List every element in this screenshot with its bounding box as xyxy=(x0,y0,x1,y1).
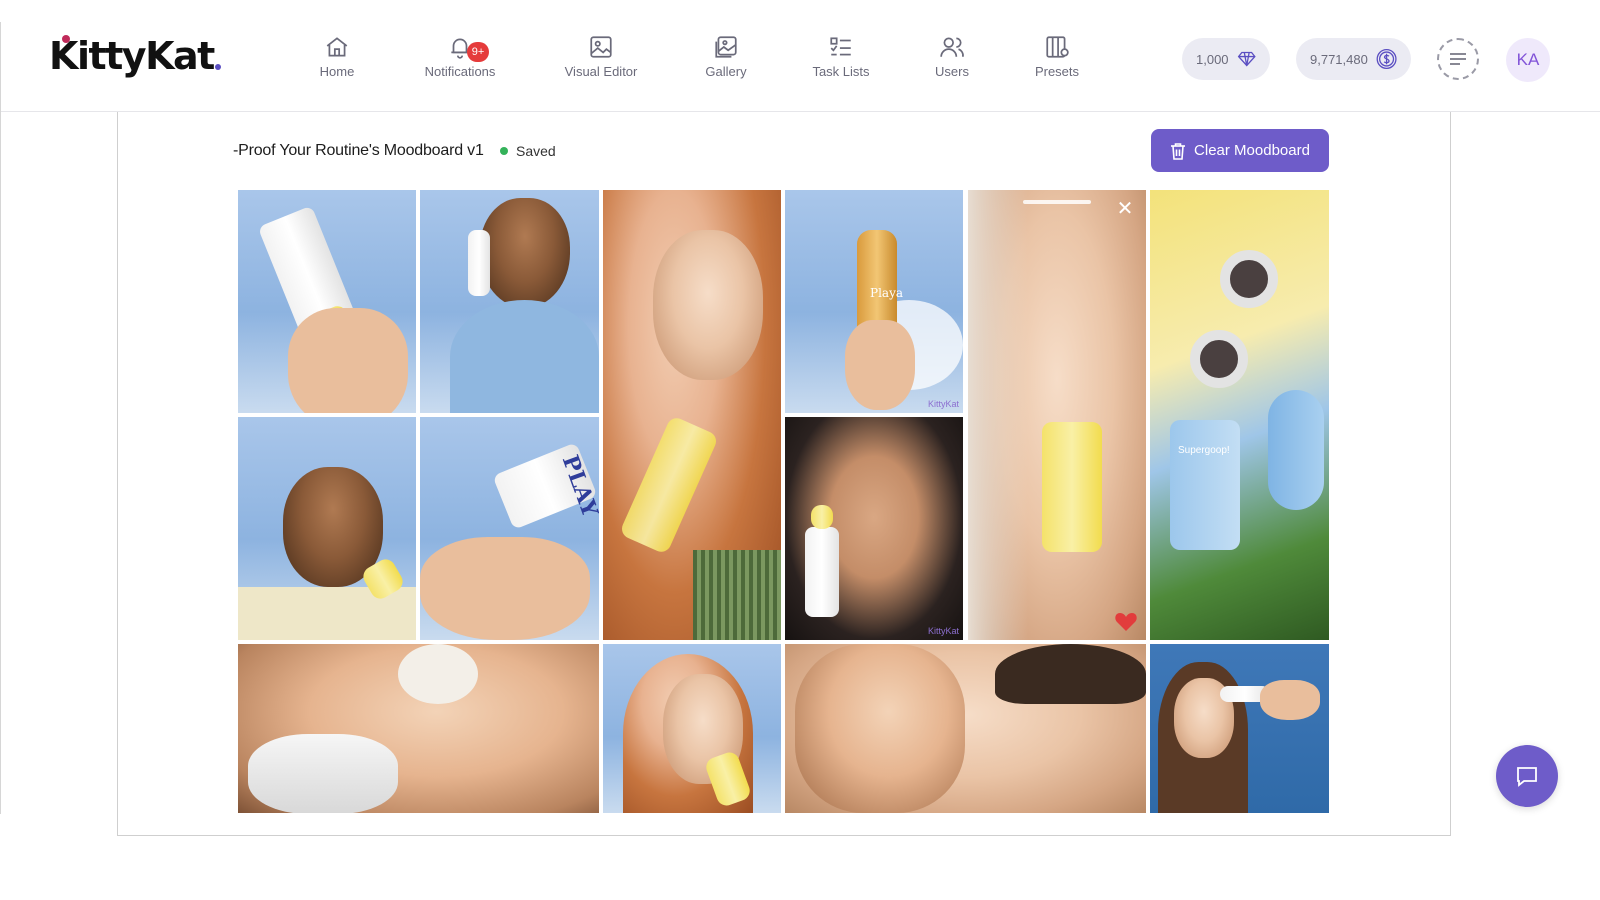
moodboard-image-woman-applying-serum[interactable] xyxy=(238,417,416,640)
save-status-label: Saved xyxy=(516,143,556,159)
bottle-label: Playa xyxy=(870,286,903,300)
dollar-coin-icon xyxy=(1376,48,1397,70)
moodboard-image-two-faces[interactable] xyxy=(785,644,1146,813)
save-status: Saved xyxy=(500,143,556,159)
product-bottle xyxy=(805,527,839,617)
heart-icon[interactable] xyxy=(1114,610,1138,632)
moodboard-image-redhead-laughing[interactable] xyxy=(603,190,781,640)
product-stick xyxy=(1042,422,1102,552)
sunglasses-lens xyxy=(1190,330,1248,388)
nav-item-home[interactable]: Home xyxy=(282,34,392,79)
nav-item-visual-editor[interactable]: Visual Editor xyxy=(546,34,656,79)
product-bottle xyxy=(618,415,720,555)
moodboard-image-picnic-products[interactable]: Supergoop! xyxy=(1150,190,1329,640)
product-stick xyxy=(1170,420,1240,550)
chat-bubble-icon xyxy=(1517,767,1537,787)
moodboard-image-woman-with-stick[interactable]: ✕ xyxy=(966,190,1148,642)
face-left xyxy=(795,644,965,813)
credits-balance[interactable]: 9,771,480 xyxy=(1296,38,1411,80)
brand-name: KittyKat xyxy=(49,34,215,78)
gems-value: 1,000 xyxy=(1196,51,1229,67)
left-divider xyxy=(0,22,1,814)
nav-label: Gallery xyxy=(705,64,747,79)
hand xyxy=(288,308,408,413)
user-avatar[interactable]: KA xyxy=(1506,38,1550,82)
top-bar: KittyKat Home 9+ Notifications Visual Ed… xyxy=(0,0,1600,112)
chat-button[interactable] xyxy=(1496,745,1558,807)
drag-handle[interactable] xyxy=(1023,200,1091,204)
hands xyxy=(420,537,590,640)
moodboard-grid: Playa KittyKat ✕ Supergoop! PLAY KittyKa… xyxy=(238,190,1329,813)
hand xyxy=(845,320,915,410)
nav-label: Visual Editor xyxy=(564,64,638,79)
logo-period-dot xyxy=(214,64,221,70)
nav-item-task-lists[interactable]: Task Lists xyxy=(786,34,896,79)
nav-label: Task Lists xyxy=(812,64,870,79)
trash-icon xyxy=(1171,142,1186,160)
nav-label: Users xyxy=(935,64,969,79)
gallery-icon xyxy=(715,36,737,58)
task-list-icon xyxy=(830,37,851,56)
notification-badge: 9+ xyxy=(467,42,489,62)
moodboard-image-serum-bottle[interactable]: Playa KittyKat xyxy=(785,190,963,413)
clear-moodboard-label: Clear Moodboard xyxy=(1194,142,1310,159)
saved-status-dot xyxy=(500,147,508,155)
striped-top xyxy=(693,550,781,640)
gems-balance[interactable]: 1,000 xyxy=(1182,38,1270,80)
presets-icon xyxy=(1046,36,1069,58)
moodboard-image-smiling-woman-blue-top[interactable] xyxy=(420,190,599,413)
product-tube xyxy=(1268,390,1324,510)
moodboard-image-woman-winking[interactable]: KittyKat xyxy=(785,417,963,640)
nav-item-gallery[interactable]: Gallery xyxy=(671,34,781,79)
menu-button[interactable] xyxy=(1437,38,1479,80)
list-menu-icon xyxy=(1450,53,1466,65)
brand-logo[interactable]: KittyKat xyxy=(49,34,221,78)
watermark: KittyKat xyxy=(927,399,959,409)
bottle-cap xyxy=(811,505,833,529)
sunglasses-lens xyxy=(1220,250,1278,308)
moodboard-image-redhead-with-stick[interactable] xyxy=(603,644,781,813)
nav-item-notifications[interactable]: 9+ Notifications xyxy=(405,34,515,79)
credits-value: 9,771,480 xyxy=(1310,51,1368,67)
cream xyxy=(398,644,478,704)
nav-item-users[interactable]: Users xyxy=(897,34,1007,79)
hair-right xyxy=(995,644,1146,704)
nav-label: Notifications xyxy=(424,64,496,79)
nav-label: Home xyxy=(319,64,355,79)
image-edit-icon xyxy=(590,36,612,58)
moodboard-image-woman-holding-product[interactable] xyxy=(1150,644,1329,813)
diamond-icon xyxy=(1237,51,1256,67)
moodboard-image-sunscreen-tube[interactable] xyxy=(238,190,416,413)
stick-label: Supergoop! xyxy=(1178,445,1230,456)
users-icon xyxy=(940,37,964,57)
moodboard-image-play-tube[interactable]: PLAY xyxy=(420,417,599,640)
nav-label: Presets xyxy=(1034,64,1080,79)
logo-accent-dot xyxy=(62,35,70,43)
home-icon xyxy=(326,37,348,57)
moodboard-title[interactable]: -Proof Your Routine's Moodboard v1 xyxy=(233,142,484,160)
face xyxy=(480,198,570,308)
product-bottle xyxy=(468,230,490,296)
face xyxy=(653,230,763,380)
background xyxy=(968,190,1028,640)
nav-item-presets[interactable]: Presets xyxy=(1002,34,1112,79)
close-icon[interactable]: ✕ xyxy=(1114,198,1136,220)
moodboard-image-cream-closeup[interactable] xyxy=(238,644,599,813)
top xyxy=(450,300,599,413)
hand xyxy=(1260,680,1320,720)
cream-jar xyxy=(248,734,398,813)
watermark: KittyKat xyxy=(927,626,959,636)
clear-moodboard-button[interactable]: Clear Moodboard xyxy=(1151,129,1329,172)
